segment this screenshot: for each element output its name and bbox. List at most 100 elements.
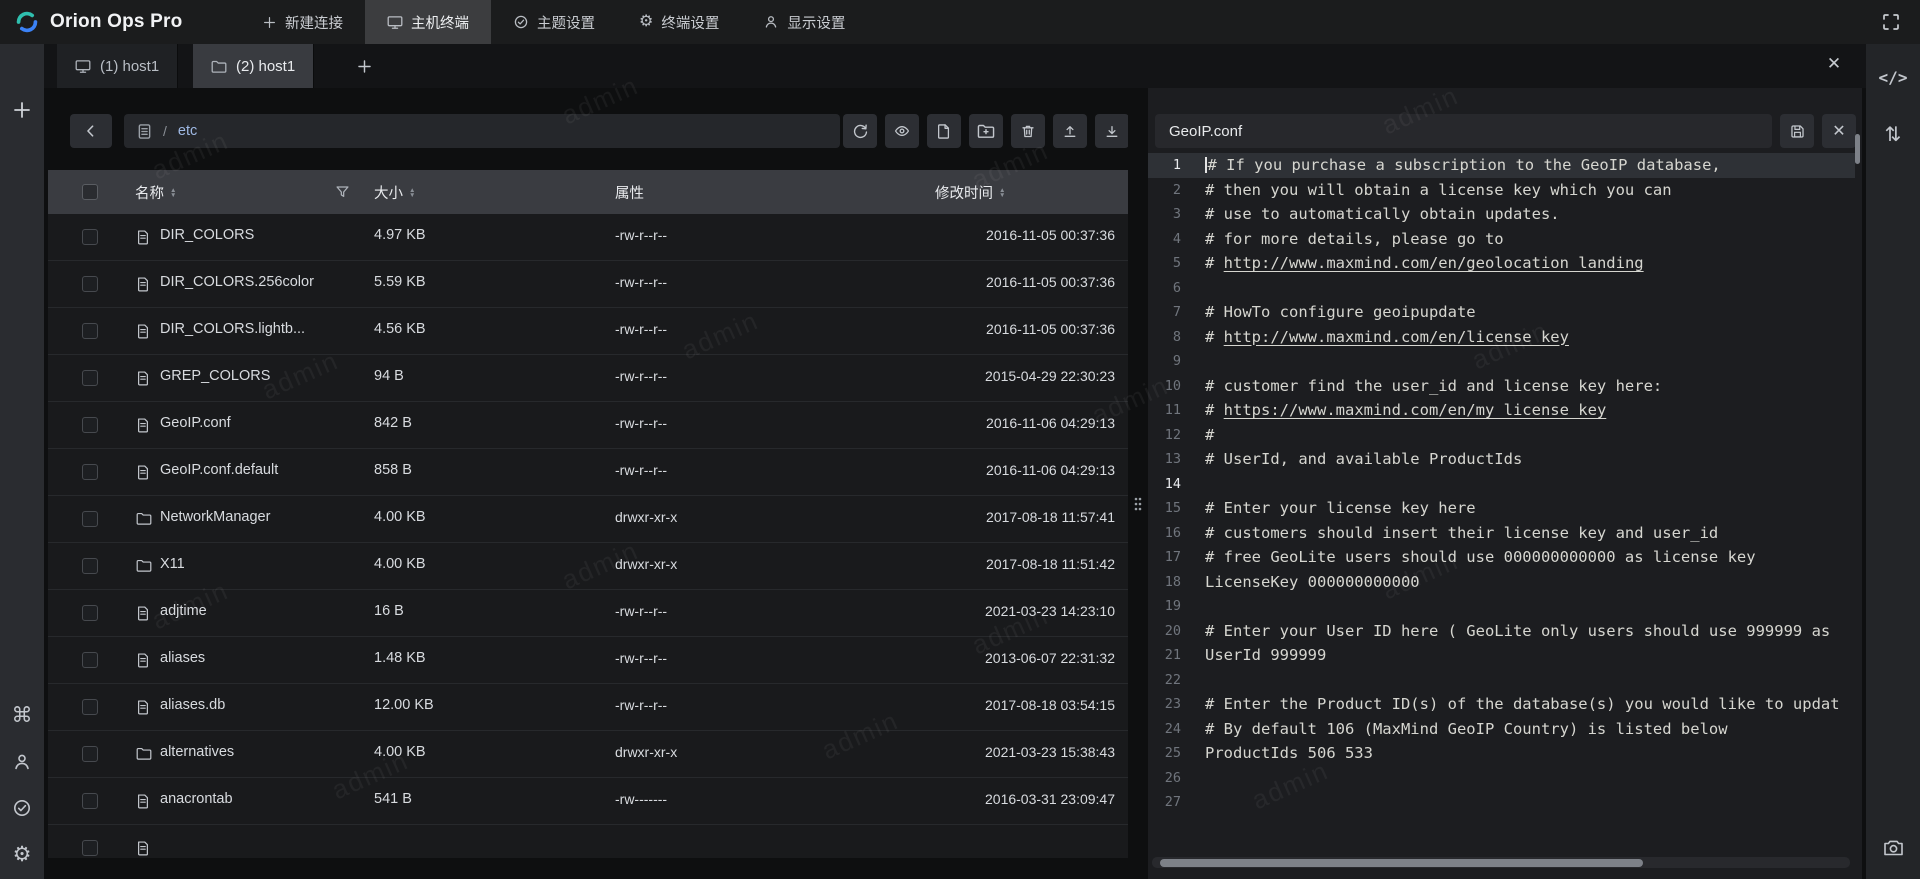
file-name[interactable]: GREP_COLORS <box>160 368 270 384</box>
code-line[interactable]: 4# for more details, please go to <box>1148 227 1855 252</box>
code-line[interactable]: 13# UserId, and available ProductIds <box>1148 447 1855 472</box>
column-header-mtime[interactable]: 修改时间 ▲▼ <box>935 182 1005 203</box>
file-name[interactable]: GeoIP.conf.default <box>160 462 278 478</box>
sort-icon[interactable]: ▲▼ <box>999 188 1005 198</box>
table-row[interactable]: aliases.db 12.00 KB -rw-r--r-- 2017-08-1… <box>48 684 1128 731</box>
row-checkbox[interactable] <box>82 605 98 621</box>
new-file-button[interactable] <box>927 114 961 148</box>
row-checkbox[interactable] <box>82 323 98 339</box>
filter-icon[interactable] <box>335 184 350 200</box>
file-name[interactable]: adjtime <box>160 603 207 619</box>
tab-terminal-host1[interactable]: (1) host1 <box>57 44 178 88</box>
code-line[interactable]: 20# Enter your User ID here ( GeoLite on… <box>1148 619 1855 644</box>
code-line[interactable]: 8# http://www.maxmind.com/en/license_key <box>1148 325 1855 350</box>
upload-button[interactable] <box>1053 114 1087 148</box>
code-line[interactable]: 16# customers should insert their licens… <box>1148 521 1855 546</box>
refresh-button[interactable] <box>843 114 877 148</box>
sort-lines-icon[interactable]: ⇅ <box>1866 122 1920 147</box>
table-row[interactable]: adjtime 16 B -rw-r--r-- 2021-03-23 14:23… <box>48 590 1128 637</box>
sort-icon[interactable]: ▲▼ <box>170 188 176 198</box>
file-name[interactable]: aliases <box>160 650 205 666</box>
row-checkbox[interactable] <box>82 276 98 292</box>
row-checkbox[interactable] <box>82 793 98 809</box>
back-button[interactable] <box>70 114 112 148</box>
code-line[interactable]: 19 <box>1148 594 1855 619</box>
file-name[interactable]: GeoIP.conf <box>160 415 231 431</box>
file-name[interactable]: DIR_COLORS.lightb... <box>160 321 305 337</box>
new-connection-icon[interactable] <box>10 97 34 123</box>
nav-item-4[interactable]: ⚙ 终端设置 <box>617 0 741 44</box>
row-checkbox[interactable] <box>82 699 98 715</box>
table-row[interactable]: aliases 1.48 KB -rw-r--r-- 2013-06-07 22… <box>48 637 1128 684</box>
table-row[interactable]: anacrontab 541 B -rw------- 2016-03-31 2… <box>48 778 1128 825</box>
editor-vertical-scrollbar-thumb[interactable] <box>1855 134 1860 164</box>
scrollbar-thumb[interactable] <box>1160 859 1643 867</box>
code-view-icon[interactable]: </> <box>1866 68 1920 87</box>
delete-button[interactable] <box>1011 114 1045 148</box>
code-line[interactable]: 7# HowTo configure geoipupdate <box>1148 300 1855 325</box>
nav-item-3[interactable]: 主题设置 <box>491 0 617 44</box>
code-line[interactable]: 26 <box>1148 766 1855 791</box>
file-name[interactable]: X11 <box>160 556 185 572</box>
file-name[interactable]: DIR_COLORS <box>160 227 254 243</box>
editor-close-button[interactable]: ✕ <box>1822 114 1856 148</box>
code-line[interactable]: 9 <box>1148 349 1855 374</box>
code-line[interactable]: 15# Enter your license key here <box>1148 496 1855 521</box>
code-line[interactable]: 27 <box>1148 790 1855 815</box>
file-name[interactable]: aliases.db <box>160 697 225 713</box>
code-line[interactable]: 3# use to automatically obtain updates. <box>1148 202 1855 227</box>
settings-gear-icon[interactable]: ⚙ <box>13 844 32 865</box>
new-tab-icon[interactable] <box>352 55 376 77</box>
table-row[interactable] <box>48 825 1128 858</box>
theme-icon[interactable] <box>12 798 32 818</box>
code-line[interactable]: 17# free GeoLite users should use 000000… <box>1148 545 1855 570</box>
code-line[interactable]: 11# https://www.maxmind.com/en/my_licens… <box>1148 398 1855 423</box>
row-checkbox[interactable] <box>82 652 98 668</box>
table-row[interactable]: DIR_COLORS.lightb... 4.56 KB -rw-r--r-- … <box>48 308 1128 355</box>
config-link[interactable]: http://www.maxmind.com/en/geolocation_la… <box>1224 254 1644 272</box>
eye-button[interactable] <box>885 114 919 148</box>
user-icon[interactable] <box>12 752 32 772</box>
save-button[interactable] <box>1780 114 1814 148</box>
fullscreen-icon[interactable] <box>1878 11 1904 33</box>
row-checkbox[interactable] <box>82 464 98 480</box>
table-row[interactable]: GeoIP.conf 842 B -rw-r--r-- 2016-11-06 0… <box>48 402 1128 449</box>
code-line[interactable]: 21UserId 999999 <box>1148 643 1855 668</box>
row-checkbox[interactable] <box>82 511 98 527</box>
code-line[interactable]: 25ProductIds 506 533 <box>1148 741 1855 766</box>
table-row[interactable]: NetworkManager 4.00 KB drwxr-xr-x 2017-0… <box>48 496 1128 543</box>
table-row[interactable]: X11 4.00 KB drwxr-xr-x 2017-08-18 11:51:… <box>48 543 1128 590</box>
path-segment[interactable]: etc <box>178 123 197 139</box>
select-all-checkbox[interactable] <box>82 184 98 200</box>
command-icon[interactable]: ⌘ <box>12 705 33 726</box>
config-link[interactable]: http://www.maxmind.com/en/license_key <box>1224 328 1569 346</box>
code-line[interactable]: 12# <box>1148 423 1855 448</box>
column-header-size[interactable]: 大小 ▲▼ <box>374 182 415 203</box>
download-button[interactable] <box>1095 114 1129 148</box>
code-line[interactable]: 14 <box>1148 472 1855 497</box>
screenshot-camera-icon[interactable] <box>1883 838 1904 857</box>
row-checkbox[interactable] <box>82 370 98 386</box>
code-line[interactable]: 5# http://www.maxmind.com/en/geolocation… <box>1148 251 1855 276</box>
code-line[interactable]: 2# then you will obtain a license key wh… <box>1148 178 1855 203</box>
nav-item-2[interactable]: 主机终端 <box>365 0 491 44</box>
file-name[interactable]: anacrontab <box>160 791 233 807</box>
code-line[interactable]: 24# By default 106 (MaxMind GeoIP Countr… <box>1148 717 1855 742</box>
row-checkbox[interactable] <box>82 840 98 856</box>
code-line[interactable]: 6 <box>1148 276 1855 301</box>
row-checkbox[interactable] <box>82 417 98 433</box>
file-name[interactable]: NetworkManager <box>160 509 270 525</box>
table-row[interactable]: GREP_COLORS 94 B -rw-r--r-- 2015-04-29 2… <box>48 355 1128 402</box>
code-editor[interactable]: 1# If you purchase a subscription to the… <box>1148 150 1855 850</box>
nav-item-1[interactable]: 新建连接 <box>240 0 365 44</box>
new-folder-button[interactable] <box>969 114 1003 148</box>
editor-filename-input[interactable]: GeoIP.conf <box>1155 114 1772 148</box>
breadcrumb[interactable]: / etc <box>124 114 840 148</box>
table-row[interactable]: DIR_COLORS 4.97 KB -rw-r--r-- 2016-11-05… <box>48 214 1128 261</box>
code-line[interactable]: 10# customer find the user_id and licens… <box>1148 374 1855 399</box>
config-link[interactable]: https://www.maxmind.com/en/my_license_ke… <box>1224 401 1607 419</box>
column-header-name[interactable]: 名称 ▲▼ <box>135 182 176 203</box>
table-row[interactable]: alternatives 4.00 KB drwxr-xr-x 2021-03-… <box>48 731 1128 778</box>
tab-files-host1[interactable]: (2) host1 <box>193 44 314 88</box>
table-row[interactable]: DIR_COLORS.256color 5.59 KB -rw-r--r-- 2… <box>48 261 1128 308</box>
